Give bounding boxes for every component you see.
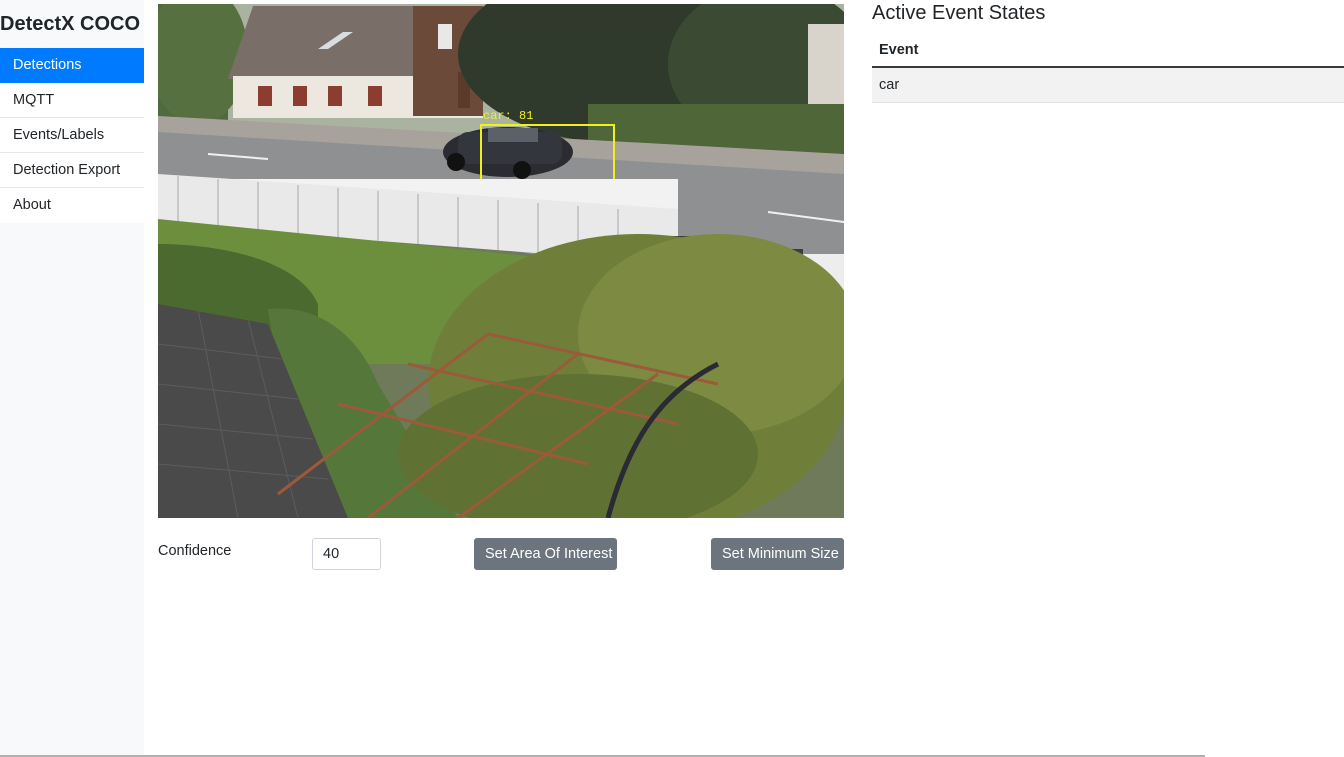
- table-row: car: [872, 67, 1344, 103]
- camera-scene: car: 81: [158, 4, 844, 518]
- set-area-of-interest-button[interactable]: Set Area Of Interest: [474, 538, 617, 570]
- set-minimum-size-button[interactable]: Set Minimum Size: [711, 538, 844, 570]
- confidence-label: Confidence: [158, 543, 232, 559]
- event-cell: car: [872, 67, 1344, 103]
- sidebar-nav: Detections MQTT Events/Labels Detection …: [0, 48, 144, 223]
- sidebar-item-detections[interactable]: Detections: [0, 48, 144, 83]
- table-header-row: Event: [872, 33, 1344, 68]
- sidebar-item-about[interactable]: About: [0, 188, 144, 223]
- sidebar-item-mqtt[interactable]: MQTT: [0, 83, 144, 118]
- events-title: Active Event States: [872, 2, 1046, 24]
- detection-label: car: 81: [483, 109, 533, 123]
- confidence-input[interactable]: [312, 538, 381, 570]
- event-column-header: Event: [872, 33, 1344, 68]
- sidebar-item-events-labels[interactable]: Events/Labels: [0, 118, 144, 153]
- camera-view[interactable]: car: 81: [158, 4, 844, 518]
- sidebar-item-detection-export[interactable]: Detection Export: [0, 153, 144, 188]
- sidebar: DetectX COCO Detections MQTT Events/Labe…: [0, 0, 144, 757]
- events-table: Event car: [872, 33, 1344, 103]
- app-title: DetectX COCO: [0, 13, 141, 35]
